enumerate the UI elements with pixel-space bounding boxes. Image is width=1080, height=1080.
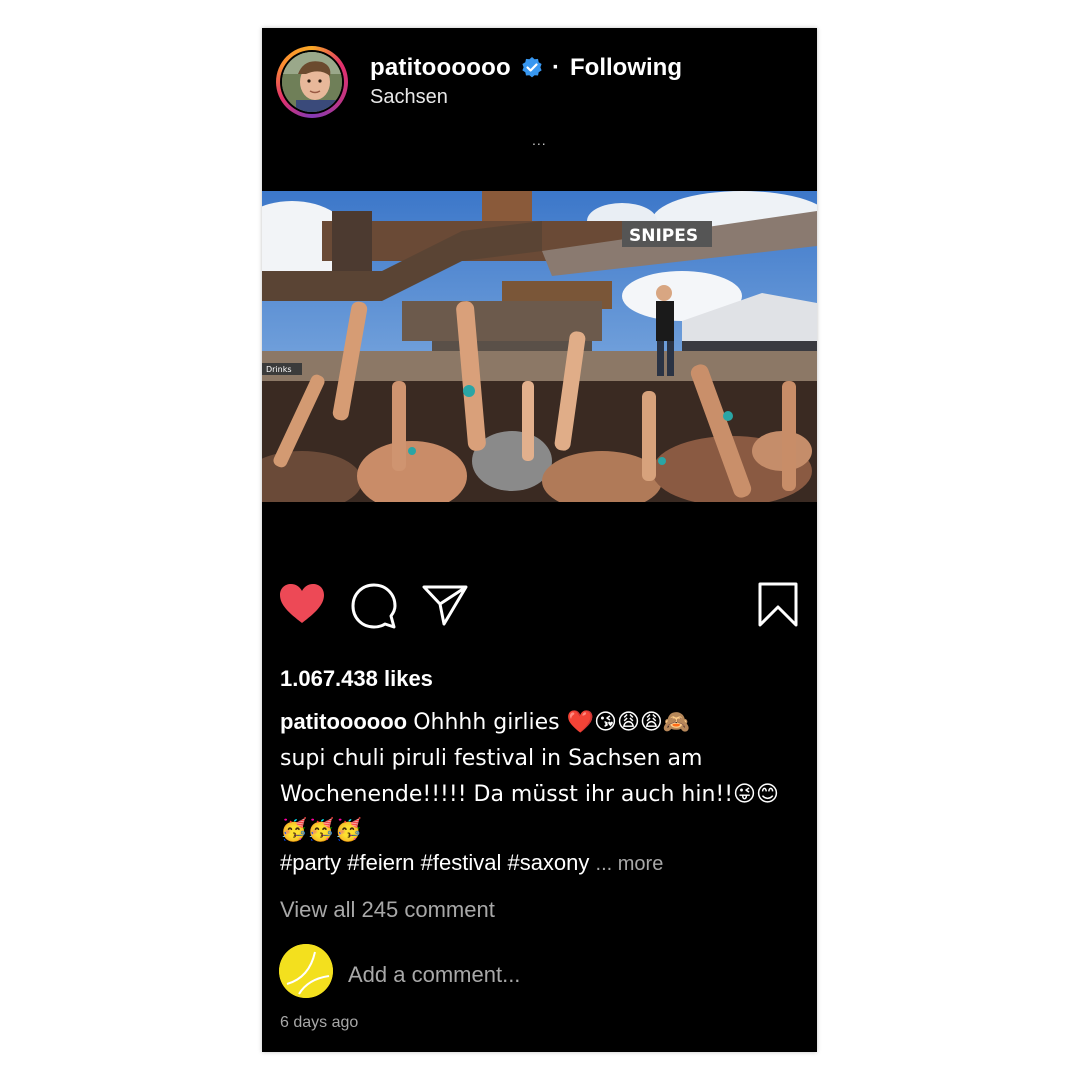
caption-line-2: supi chuli piruli festival in Sachsen am (280, 746, 703, 771)
add-comment-input[interactable]: Add a comment... (348, 962, 520, 988)
hashtags-line: #party #feiern #festival #saxony ... mor… (280, 850, 663, 876)
caption-line-1: Ohhhh girlies ❤️😘😩😩🙈 (413, 710, 691, 735)
more-link[interactable]: ... more (596, 853, 664, 875)
post-timestamp: 6 days ago (280, 1014, 359, 1031)
stage-sign: SNIPES (629, 226, 698, 246)
caption-username[interactable]: patitoooooo (280, 709, 407, 734)
post-photo[interactable]: SNIPES Drinks (262, 191, 817, 502)
caption-line-3: Wochenende!!!!! Da müsst ihr auch hin!!😜… (280, 782, 779, 807)
commenter-avatar (279, 944, 333, 998)
hashtags[interactable]: #party #feiern #festival #saxony (280, 850, 589, 875)
post-caption: patitoooooo Ohhhh girlies ❤️😘😩😩🙈 supi ch… (280, 704, 805, 849)
heart-icon[interactable] (279, 583, 325, 625)
view-all-comments-link[interactable]: View all 245 comment (280, 897, 495, 923)
separator-dot: · (552, 54, 560, 81)
caption-line-4: 🥳🥳🥳 (280, 818, 363, 843)
tennis-ball-icon (279, 944, 333, 998)
instagram-post: patitoooooo · Following Sachsen ... SNIP… (262, 28, 817, 1052)
location-link[interactable]: Sachsen (370, 86, 448, 109)
likes-count[interactable]: 1.067.438 likes (280, 666, 433, 692)
username[interactable]: patitoooooo (370, 54, 511, 82)
post-actions (262, 576, 817, 632)
story-ring[interactable] (276, 46, 348, 118)
following-button[interactable]: Following (570, 54, 682, 82)
festival-photo: SNIPES Drinks (262, 191, 817, 502)
share-icon[interactable] (422, 584, 468, 626)
comment-icon[interactable] (351, 583, 397, 629)
bookmark-icon[interactable] (757, 582, 799, 628)
verified-badge-icon (522, 57, 542, 78)
more-options-button[interactable]: ... (532, 132, 547, 148)
avatar-photo (282, 52, 342, 112)
bar-sign: Drinks (266, 365, 292, 374)
avatar[interactable] (280, 50, 344, 114)
